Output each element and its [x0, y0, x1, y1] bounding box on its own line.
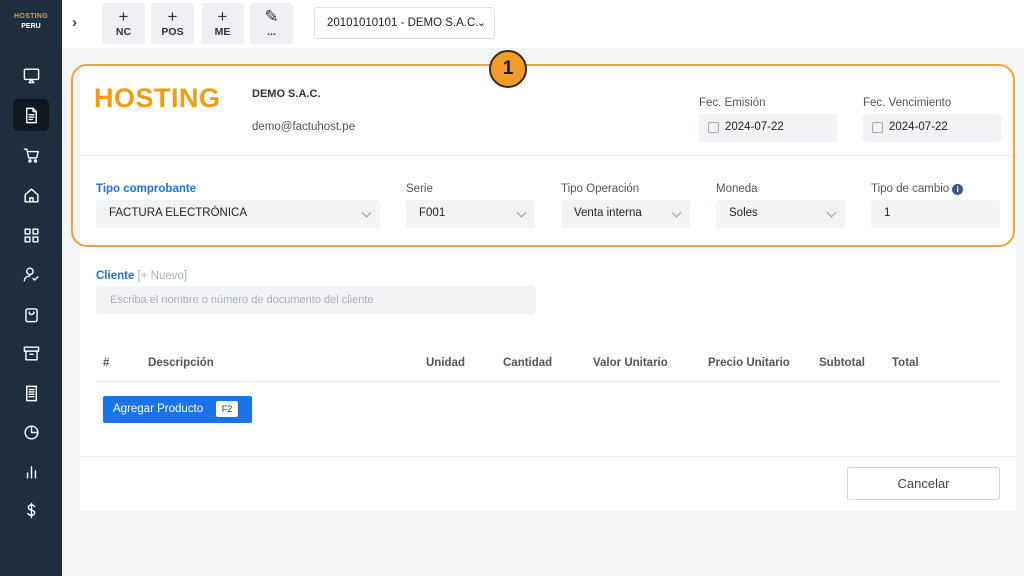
step-badge: 1 — [489, 50, 527, 88]
column-header-total: Total — [892, 357, 919, 369]
grid-icon — [23, 227, 39, 243]
company-selector[interactable]: 20101010101 - DEMO S.A.C. ⌄ — [314, 7, 495, 39]
user-check-icon — [23, 266, 39, 282]
button-label: NC — [115, 26, 132, 38]
expand-sidebar-icon[interactable]: › — [72, 14, 77, 31]
footer-divider — [80, 456, 1016, 457]
logo-line1: HOSTING — [14, 13, 48, 20]
shortcut-key-badge: F2 — [216, 401, 238, 417]
table-header-divider — [96, 381, 1000, 382]
pie-chart-icon — [23, 424, 39, 440]
plus-icon: + — [118, 7, 129, 26]
sidebar-item-grid[interactable] — [13, 219, 49, 251]
pencil-icon: ✎ — [264, 7, 279, 26]
logo-line2: PERU — [21, 23, 41, 30]
column-header-unit: Unidad — [426, 357, 465, 369]
chevron-down-icon: ⌄ — [476, 17, 486, 29]
home-icon — [23, 187, 39, 203]
sidebar-item-home[interactable] — [13, 179, 49, 211]
sidebar-item-archive[interactable] — [13, 337, 49, 369]
company-selector-value: 20101010101 - DEMO S.A.C. — [327, 17, 479, 29]
monitor-icon — [23, 67, 39, 83]
button-label: ME — [214, 26, 231, 38]
add-product-button[interactable]: Agregar Producto F2 — [103, 396, 252, 423]
dollar-icon — [26, 502, 35, 518]
sidebar-item-monitor[interactable] — [13, 59, 49, 91]
add-product-label: Agregar Producto — [113, 403, 204, 415]
sidebar-item-bag[interactable] — [13, 298, 49, 330]
client-search-input[interactable] — [96, 286, 536, 314]
plus-icon: + — [217, 7, 228, 26]
app-logo[interactable]: HOSTING PERU — [0, 12, 62, 32]
button-label: ... — [267, 26, 276, 38]
archive-icon — [23, 345, 39, 361]
client-label-text: Cliente — [96, 270, 135, 282]
cart-icon — [23, 147, 39, 163]
button-label: POS — [161, 26, 184, 38]
bar-chart-icon — [26, 465, 36, 479]
new-me-button[interactable]: + ME — [201, 3, 244, 44]
sidebar-item-stats[interactable] — [13, 455, 49, 487]
sidebar-item-cart[interactable] — [13, 139, 49, 171]
column-header-description: Descripción — [148, 357, 214, 369]
bag-icon — [24, 307, 38, 322]
column-header-subtotal: Subtotal — [819, 357, 865, 369]
column-header-quantity: Cantidad — [503, 357, 553, 369]
sidebar-item-finance[interactable] — [13, 494, 49, 526]
column-header-unit-price: Precio Unitario — [708, 357, 790, 369]
cancel-button[interactable]: Cancelar — [847, 467, 1000, 500]
sidebar: HOSTING PERU — [0, 0, 62, 576]
new-pos-button[interactable]: + POS — [151, 3, 194, 44]
sidebar-item-documents[interactable] — [13, 99, 49, 131]
sidebar-item-reports[interactable] — [13, 416, 49, 448]
plus-icon: + — [167, 7, 178, 26]
column-header-index: # — [103, 357, 110, 369]
sidebar-item-receipts[interactable] — [13, 377, 49, 409]
column-header-unit-value: Valor Unitario — [593, 357, 668, 369]
new-client-link[interactable]: [+ Nuevo] — [138, 270, 188, 282]
receipt-icon — [25, 385, 37, 401]
client-label: Cliente [+ Nuevo] — [96, 270, 187, 282]
top-bar: › + NC + POS + ME ✎ ... 20101010101 - DE… — [62, 0, 1024, 48]
new-credit-note-button[interactable]: + NC — [102, 3, 145, 44]
sidebar-item-users[interactable] — [13, 258, 49, 290]
edit-more-button[interactable]: ✎ ... — [250, 3, 293, 44]
document-icon — [25, 107, 37, 123]
highlight-frame — [71, 64, 1015, 247]
